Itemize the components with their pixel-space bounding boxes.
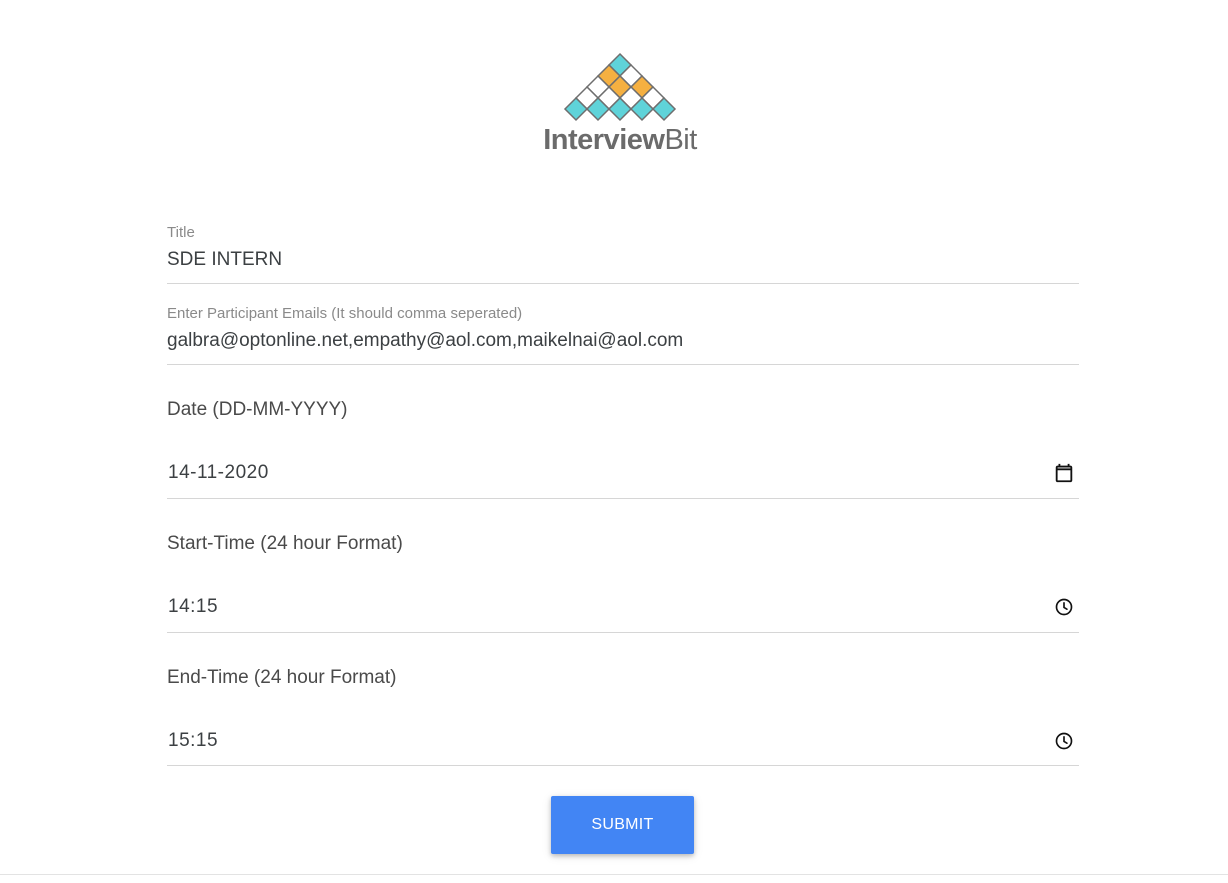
submit-button[interactable]: SUBMIT <box>551 796 694 854</box>
date-label: Date (DD-MM-YYYY) <box>167 399 348 420</box>
schedule-interview-page: InterviewBit Title SDE INTERN Enter Part… <box>0 0 1228 883</box>
logo-diamond-mark-icon <box>563 52 677 122</box>
logo-wordmark: InterviewBit <box>540 124 700 157</box>
participant-emails-field[interactable]: Enter Participant Emails (It should comm… <box>167 303 1079 365</box>
end-time-label: End-Time (24 hour Format) <box>167 667 397 688</box>
clock-icon[interactable] <box>1054 731 1074 751</box>
title-field[interactable]: Title SDE INTERN <box>167 222 1079 284</box>
logo-wordmark-bold: Interview <box>543 124 665 156</box>
end-time-input[interactable]: 15:15 <box>168 730 218 752</box>
start-time-field[interactable]: 14:15 <box>167 586 1079 633</box>
participant-emails-label: Enter Participant Emails (It should comm… <box>167 305 523 322</box>
bottom-divider <box>0 874 1228 875</box>
title-label: Title <box>167 224 195 241</box>
logo-wordmark-light: Bit <box>664 124 697 156</box>
interviewbit-logo: InterviewBit <box>540 48 700 163</box>
end-time-field[interactable]: 15:15 <box>167 720 1079 766</box>
date-field[interactable]: 14-11-2020 <box>167 452 1079 499</box>
clock-icon[interactable] <box>1054 597 1074 617</box>
start-time-input[interactable]: 14:15 <box>168 596 218 618</box>
title-input[interactable]: SDE INTERN <box>167 249 282 271</box>
participant-emails-input[interactable]: galbra@optonline.net,empathy@aol.com,mai… <box>167 330 683 352</box>
calendar-icon[interactable] <box>1053 462 1075 484</box>
date-input[interactable]: 14-11-2020 <box>168 462 269 484</box>
start-time-label: Start-Time (24 hour Format) <box>167 533 403 554</box>
